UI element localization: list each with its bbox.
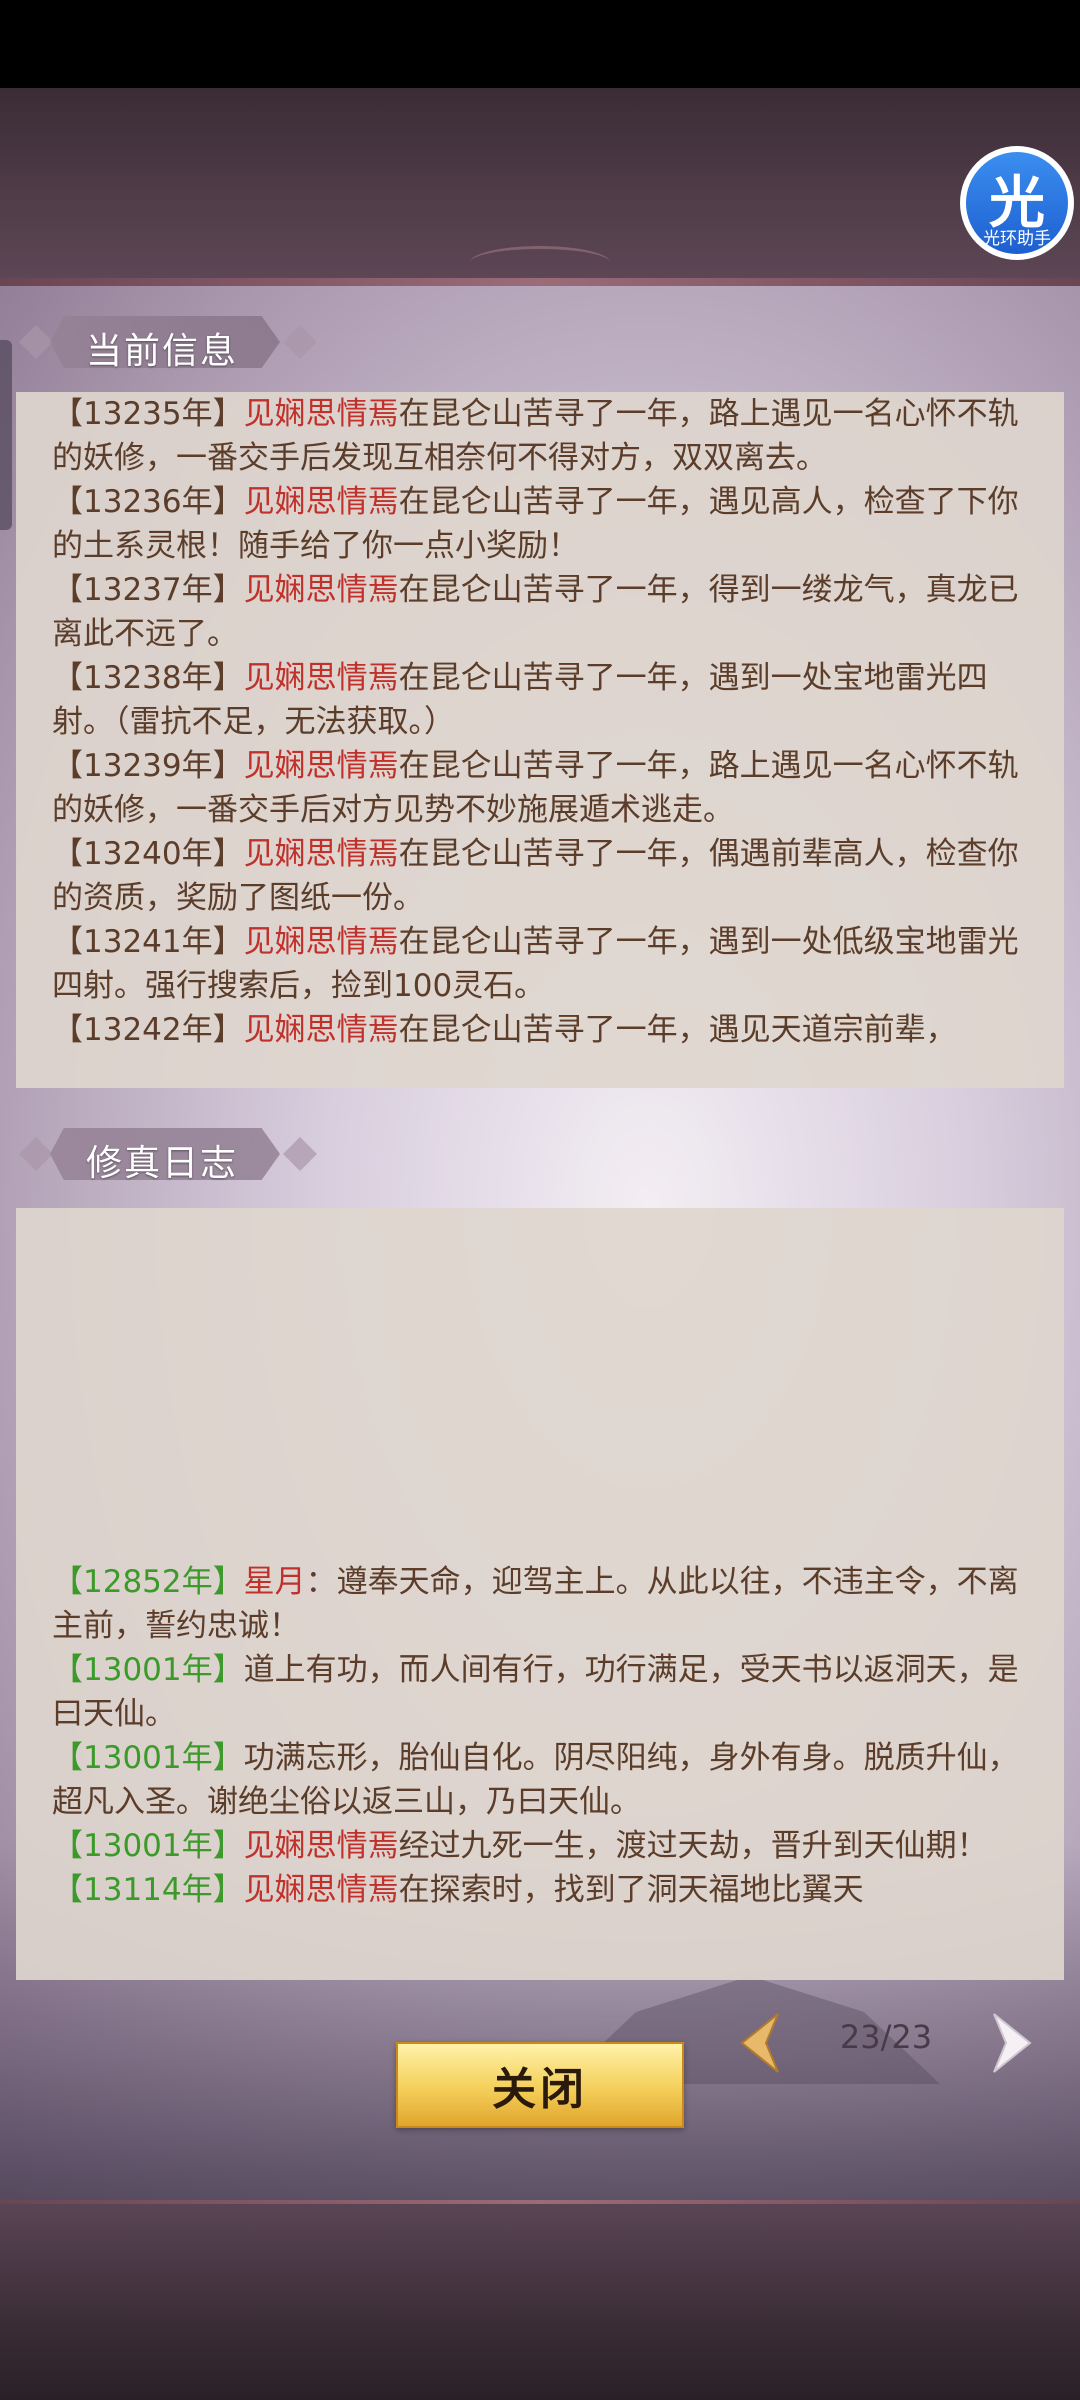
next-page-arrow-icon[interactable]: [974, 2008, 1044, 2078]
title-diamond-left: [19, 325, 53, 359]
entry-name: 见娴思情焉: [243, 484, 399, 520]
side-tab-handle[interactable]: [0, 340, 12, 530]
entry-year: 【13240年】: [52, 836, 244, 872]
entry-name: 见娴思情焉: [243, 1012, 399, 1048]
log-entry: 【13001年】道上有功，而人间有行，功行满足，受天书以返洞天，是曰天仙。: [52, 1648, 1028, 1736]
cultivation-log-title: 修真日志: [86, 1143, 239, 1184]
frame-ornament: [470, 246, 610, 279]
cultivation-log-panel[interactable]: 【12852年】星月：遵奉天命，迎驾主上。从此以往，不违主令，不离主前，誓约忠诚…: [16, 1208, 1064, 1980]
log-entry: 【13114年】见娴思情焉在探索时，找到了洞天福地比翼天: [52, 1868, 1028, 1912]
helper-app-icon[interactable]: 光 光环助手: [960, 146, 1074, 260]
entry-year: 【13241年】: [52, 924, 244, 960]
entry-name: 见娴思情焉: [243, 836, 399, 872]
current-info-header: 当前信息: [19, 312, 317, 372]
entry-text: 在昆仑山苦寻了一年，遇见天道宗前辈，: [398, 1012, 957, 1048]
title-diamond-left: [19, 1137, 53, 1171]
current-info-panel[interactable]: 【13235年】见娴思情焉在昆仑山苦寻了一年，路上遇见一名心怀不轨的妖修，一番交…: [16, 392, 1064, 1088]
current-info-log: 【13235年】见娴思情焉在昆仑山苦寻了一年，路上遇见一名心怀不轨的妖修，一番交…: [52, 392, 1028, 1052]
log-entry: 【13242年】见娴思情焉在昆仑山苦寻了一年，遇见天道宗前辈，: [52, 1008, 1028, 1052]
log-entry: 【13001年】见娴思情焉经过九死一生，渡过天劫，晋升到天仙期！: [52, 1824, 1028, 1868]
entry-year: 【13239年】: [52, 748, 244, 784]
entry-year: 【12852年】: [52, 1564, 244, 1600]
helper-badge: 光 光环助手: [966, 152, 1068, 254]
entry-year: 【13235年】: [52, 396, 244, 432]
prev-page-arrow-icon[interactable]: [728, 2008, 798, 2078]
entry-year: 【13001年】: [52, 1652, 244, 1688]
entry-name: 见娴思情焉: [243, 924, 399, 960]
entry-year: 【13236年】: [52, 484, 244, 520]
entry-name: 见娴思情焉: [243, 1872, 399, 1908]
helper-label: 光环助手: [983, 229, 1051, 249]
log-entry: 【13236年】见娴思情焉在昆仑山苦寻了一年，遇见高人，检查了下你的土系灵根！随…: [52, 480, 1028, 568]
entry-text: 在探索时，找到了洞天福地比翼天: [398, 1872, 864, 1908]
log-entry: 【13237年】见娴思情焉在昆仑山苦寻了一年，得到一缕龙气，真龙已离此不远了。: [52, 568, 1028, 656]
close-button[interactable]: 关闭: [396, 2042, 684, 2128]
log-entry: 【13238年】见娴思情焉在昆仑山苦寻了一年，遇到一处宝地雷光四射。（雷抗不足，…: [52, 656, 1028, 744]
entry-year: 【13242年】: [52, 1012, 244, 1048]
entry-year: 【13114年】: [52, 1872, 244, 1908]
cultivation-log-list: 【12852年】星月：遵奉天命，迎驾主上。从此以往，不违主令，不离主前，誓约忠诚…: [52, 1560, 1028, 1912]
entry-name: 见娴思情焉: [243, 660, 399, 696]
log-entry: 【12852年】星月：遵奉天命，迎驾主上。从此以往，不违主令，不离主前，誓约忠诚…: [52, 1560, 1028, 1648]
entry-name: 见娴思情焉: [243, 748, 399, 784]
entry-name: 见娴思情焉: [243, 572, 399, 608]
status-bar: [0, 0, 1080, 88]
entry-name: 星月: [243, 1564, 306, 1600]
entry-year: 【13237年】: [52, 572, 244, 608]
log-entry: 【13241年】见娴思情焉在昆仑山苦寻了一年，遇到一处低级宝地雷光四射。强行搜索…: [52, 920, 1028, 1008]
log-entry: 【13235年】见娴思情焉在昆仑山苦寻了一年，路上遇见一名心怀不轨的妖修，一番交…: [52, 392, 1028, 480]
frame-top-border: [0, 278, 1080, 286]
entry-year: 【13001年】: [52, 1740, 244, 1776]
entry-year: 【13238年】: [52, 660, 244, 696]
log-entry: 【13001年】功满忘形，胎仙自化。阴尽阳纯，身外有身。脱质升仙，超凡入圣。谢绝…: [52, 1736, 1028, 1824]
frame-bottom: [0, 2204, 1080, 2400]
log-blank-area: [52, 1208, 1028, 1560]
entry-name: 见娴思情焉: [243, 396, 399, 432]
page-indicator: 23/23: [839, 2018, 933, 2056]
entry-text: 经过九死一生，渡过天劫，晋升到天仙期！: [398, 1828, 988, 1864]
log-entry: 【13240年】见娴思情焉在昆仑山苦寻了一年，偶遇前辈高人，检查你的资质，奖励了…: [52, 832, 1028, 920]
current-info-title: 当前信息: [86, 331, 239, 372]
cultivation-log-header: 修真日志: [19, 1124, 317, 1184]
log-entry: 【13239年】见娴思情焉在昆仑山苦寻了一年，路上遇见一名心怀不轨的妖修，一番交…: [52, 744, 1028, 832]
entry-year: 【13001年】: [52, 1828, 244, 1864]
entry-name: 见娴思情焉: [243, 1828, 399, 1864]
